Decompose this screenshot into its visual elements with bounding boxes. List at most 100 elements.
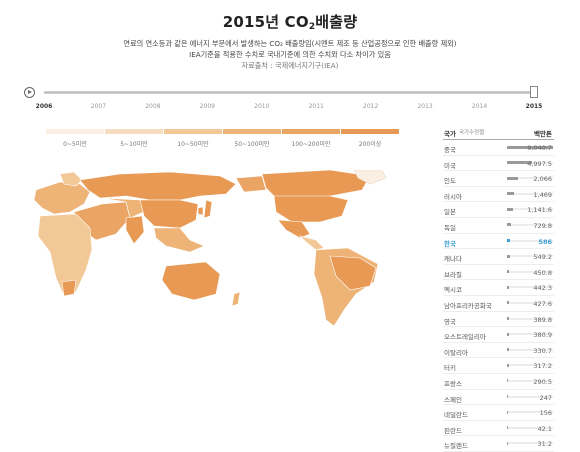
legend: 0~5미만 5~10미만 10~50미만 50~100미만 100~200미만 200이상 xyxy=(46,129,400,148)
ranking-row[interactable]: 터키 317.2 xyxy=(443,358,554,374)
ranking-row[interactable]: 오스트레일리아 380.9 xyxy=(443,327,554,343)
ranking-row[interactable]: 한국 586 xyxy=(443,234,554,250)
year-label[interactable]: 2014 xyxy=(472,103,487,110)
ranking-row[interactable]: 프랑스 290.5 xyxy=(443,374,554,390)
country-name: 핀란드 xyxy=(444,426,462,435)
ranking-row[interactable]: 핀란드 42.1 xyxy=(443,421,554,437)
emission-value: 317.2 xyxy=(533,362,552,371)
value-bar xyxy=(507,317,509,321)
emission-value: 1,469 xyxy=(533,190,552,199)
column-country: 국가 xyxy=(444,130,456,138)
panel-header: 국가 국가수정렬 백만톤 xyxy=(443,125,554,140)
map-region-india[interactable] xyxy=(125,215,145,245)
country-name: 인도 xyxy=(444,177,456,186)
year-label[interactable]: 2006 xyxy=(36,103,53,110)
legend-item: 10~50미만 xyxy=(164,129,222,148)
year-label[interactable]: 2008 xyxy=(145,103,160,110)
legend-swatch xyxy=(341,129,399,134)
emission-value: 31.2 xyxy=(537,440,552,449)
map-region-europe[interactable] xyxy=(33,181,91,215)
map-region-korea[interactable] xyxy=(197,206,204,216)
timeline-handle[interactable] xyxy=(530,86,538,98)
value-bar xyxy=(507,176,518,180)
value-bar xyxy=(507,270,510,274)
emissions-ranking-panel: 국가 국가수정렬 백만톤 중국 9,040.7 미국 4,997.5 인도 2,066 러시… xyxy=(443,125,554,452)
country-name: 일본 xyxy=(444,208,456,217)
legend-item: 50~100미만 xyxy=(223,129,281,148)
map-region-australia[interactable] xyxy=(161,261,221,301)
ranking-row[interactable]: 중국 9,040.7 xyxy=(443,140,554,156)
ranking-row[interactable]: 네덜란드 156 xyxy=(443,405,554,421)
legend-item: 0~5미만 xyxy=(46,129,104,148)
map-region-new-zealand[interactable] xyxy=(231,291,241,307)
country-name: 영국 xyxy=(444,317,456,326)
value-bar xyxy=(507,301,510,305)
world-map[interactable] xyxy=(30,170,394,330)
value-bar xyxy=(507,348,509,352)
timeline-track[interactable] xyxy=(44,91,534,94)
map-region-russia[interactable] xyxy=(79,171,237,201)
year-label[interactable]: 2007 xyxy=(91,103,106,110)
map-region-canada[interactable] xyxy=(261,170,371,199)
ranking-row[interactable]: 독일 729.8 xyxy=(443,218,554,234)
source-text: 자료출처 : 국제에너지기구(IEA) xyxy=(241,61,339,70)
country-name: 캐나다 xyxy=(444,255,462,264)
legend-label: 50~100미만 xyxy=(234,141,270,148)
map-region-usa[interactable] xyxy=(273,195,349,223)
ranking-row[interactable]: 브라질 450.8 xyxy=(443,265,554,281)
emission-value: 380.9 xyxy=(533,331,552,340)
emission-value: 450.8 xyxy=(533,268,552,277)
emission-value: 549.2 xyxy=(533,253,552,262)
title-tail: 배출량 xyxy=(315,13,358,31)
ranking-row[interactable]: 러시아 1,469 xyxy=(443,187,554,203)
year-label[interactable]: 2015 xyxy=(526,103,543,110)
ranking-row[interactable]: 인도 2,066 xyxy=(443,171,554,187)
legend-label: 0~5미만 xyxy=(63,141,87,148)
country-name: 남아프리카공화국 xyxy=(444,301,492,310)
map-region-alaska[interactable] xyxy=(235,175,267,193)
emission-value: 247 xyxy=(539,393,552,402)
description-line-2: IEA기준을 적용한 수치로 국내기준에 의한 수치와 다소 차이가 있음 xyxy=(189,50,391,59)
ranking-row[interactable]: 스페인 247 xyxy=(443,390,554,406)
country-name: 독일 xyxy=(444,223,456,232)
year-label[interactable]: 2009 xyxy=(200,103,215,110)
sort-by-country-button[interactable]: 국가수정렬 xyxy=(459,128,484,136)
map-region-china[interactable] xyxy=(139,199,199,229)
legend-label: 10~50미만 xyxy=(177,141,209,148)
legend-swatch xyxy=(105,129,163,134)
ranking-row[interactable]: 멕시코 442.3 xyxy=(443,280,554,296)
country-name: 뉴질랜드 xyxy=(444,442,468,451)
ranking-row[interactable]: 미국 4,997.5 xyxy=(443,156,554,172)
year-label[interactable]: 2010 xyxy=(254,103,269,110)
timeline-progress xyxy=(45,92,533,93)
emission-value: 330.7 xyxy=(533,346,552,355)
emission-value: 389.8 xyxy=(533,315,552,324)
ranking-row[interactable]: 남아프리카공화국 427.6 xyxy=(443,296,554,312)
map-region-japan[interactable] xyxy=(203,199,213,219)
description-line-1: 연료의 연소등과 같은 에너지 부문에서 발생하는 CO₂ 배출량임(시멘트 제… xyxy=(123,39,457,48)
year-label[interactable]: 2011 xyxy=(309,103,324,110)
ranking-row[interactable]: 뉴질랜드 31.2 xyxy=(443,436,554,452)
map-region-central-america[interactable] xyxy=(299,235,325,251)
country-name: 네덜란드 xyxy=(444,411,468,420)
play-icon[interactable] xyxy=(24,87,35,98)
ranking-row[interactable]: 영국 389.8 xyxy=(443,312,554,328)
map-region-south-africa[interactable] xyxy=(61,279,77,297)
map-region-southeast-asia[interactable] xyxy=(153,227,205,253)
emission-value: 729.8 xyxy=(533,221,552,230)
year-label[interactable]: 2012 xyxy=(363,103,378,110)
ranking-row[interactable]: 이탈리아 330.7 xyxy=(443,343,554,359)
emission-value: 290.5 xyxy=(533,377,552,386)
value-bar xyxy=(507,363,509,367)
map-region-mexico[interactable] xyxy=(277,219,311,239)
emission-value: 4,997.5 xyxy=(527,159,552,168)
emission-value: 1,141.6 xyxy=(527,206,552,215)
legend-item: 5~10미만 xyxy=(105,129,163,148)
ranking-row[interactable]: 캐나다 549.2 xyxy=(443,249,554,265)
country-name: 멕시코 xyxy=(444,286,462,295)
ranking-row[interactable]: 일본 1,141.6 xyxy=(443,202,554,218)
year-label[interactable]: 2013 xyxy=(417,103,432,110)
value-bar xyxy=(507,395,509,398)
country-name: 스페인 xyxy=(444,395,462,404)
legend-swatch xyxy=(46,129,104,134)
